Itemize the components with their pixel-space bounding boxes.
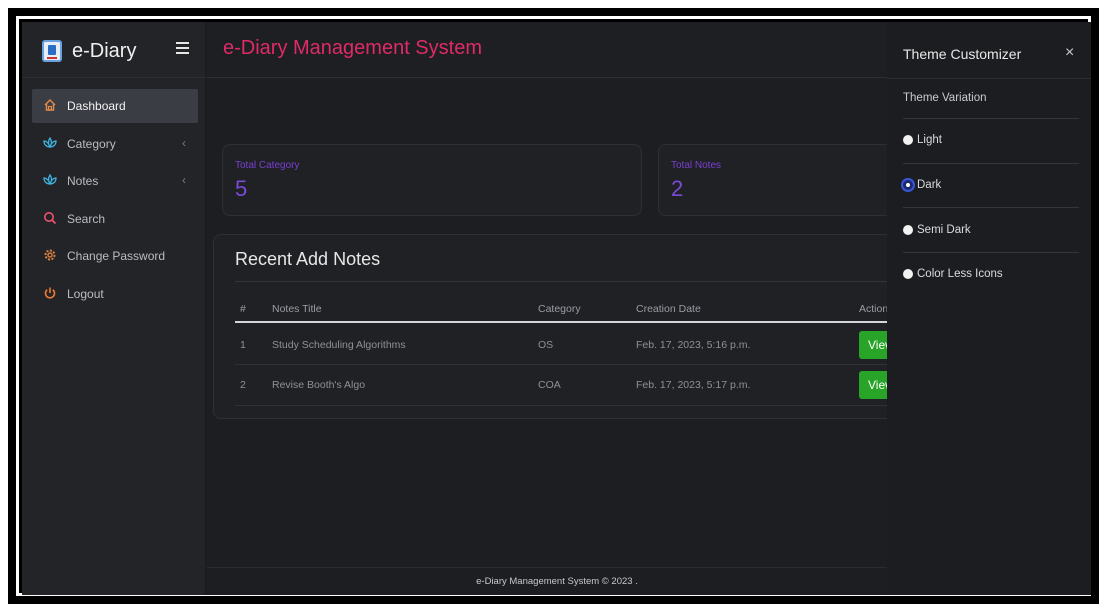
- close-icon[interactable]: ×: [1065, 44, 1074, 62]
- home-icon: [42, 98, 58, 114]
- stat-label: Total Category: [235, 160, 300, 171]
- note-date: Feb. 17, 2023, 5:17 p.m.: [636, 379, 751, 391]
- row-number: 1: [240, 339, 246, 351]
- brand-name: e-Diary: [72, 40, 137, 62]
- note-category: OS: [538, 339, 554, 351]
- sidebar-item-label: Category: [67, 136, 116, 151]
- radio-button[interactable]: [903, 180, 913, 190]
- brand: e-Diary: [22, 22, 206, 78]
- row-divider: [235, 364, 895, 365]
- sidebar-item-notes[interactable]: Notes ‹: [32, 164, 198, 198]
- top-header: e-Diary Management System: [207, 22, 907, 78]
- divider: [903, 118, 1079, 119]
- divider: [903, 163, 1079, 164]
- sidebar-item-label: Notes: [67, 174, 99, 188]
- divider: [903, 252, 1079, 253]
- option-label: Light: [917, 134, 942, 146]
- note-date: Feb. 17, 2023, 5:16 p.m.: [636, 339, 751, 351]
- stat-card-category: Total Category 5: [222, 144, 642, 216]
- sidebar-item-search[interactable]: Search: [32, 202, 198, 236]
- sidebar-item-label: Logout: [67, 286, 104, 301]
- column-header: Creation Date: [636, 303, 701, 315]
- note-category: COA: [538, 379, 561, 391]
- radio-button[interactable]: [903, 135, 913, 145]
- sidebar-item-dashboard[interactable]: Dashboard: [32, 89, 198, 123]
- option-label: Dark: [917, 179, 942, 191]
- footer: e-Diary Management System © 2023 .: [207, 567, 907, 595]
- search-icon: [42, 211, 58, 227]
- chevron-left-icon: ‹: [182, 135, 186, 150]
- stat-value: 2: [671, 176, 684, 201]
- sidebar-item-category[interactable]: Category ‹: [32, 127, 198, 161]
- card-title: Recent Add Notes: [235, 249, 381, 269]
- row-divider: [235, 405, 895, 406]
- option-label: Color Less Icons: [917, 268, 1003, 280]
- divider: [887, 78, 1091, 79]
- stat-label: Total Notes: [671, 160, 722, 171]
- radio-button[interactable]: [903, 269, 913, 279]
- stat-card-notes: Total Notes 2: [658, 144, 898, 216]
- stat-value: 5: [235, 176, 248, 201]
- divider: [235, 281, 895, 282]
- sidebar-item-change-password[interactable]: Change Password: [32, 239, 198, 273]
- column-header: Category: [538, 303, 581, 315]
- sidebar-item-label: Dashboard: [67, 99, 126, 113]
- footer-text: e-Diary Management System © 2023 .: [476, 576, 638, 587]
- radio-button[interactable]: [903, 225, 913, 235]
- theme-customizer-panel: Theme Customizer × Theme Variation Light…: [887, 22, 1091, 595]
- recent-notes-card: Recent Add Notes # Notes Title Category …: [213, 234, 913, 419]
- sidebar-item-logout[interactable]: Logout: [32, 277, 198, 311]
- column-header: Action: [859, 303, 889, 315]
- note-title: Study Scheduling Algorithms: [272, 339, 406, 351]
- divider: [903, 207, 1079, 208]
- section-heading: Theme Variation: [903, 92, 987, 104]
- sidebar-item-label: Search: [67, 211, 106, 226]
- column-header: #: [240, 303, 246, 315]
- power-icon: [42, 286, 58, 302]
- sidebar-item-label: Change Password: [67, 249, 166, 263]
- gear-icon: [42, 248, 58, 264]
- option-label: Semi Dark: [917, 224, 971, 236]
- sidebar: e-Diary Dashboard Category ‹ Notes ‹ Sea…: [22, 22, 206, 595]
- app-window: e-Diary Dashboard Category ‹ Notes ‹ Sea…: [22, 22, 1091, 595]
- lotus-icon: [42, 173, 58, 189]
- header-divider: [235, 321, 895, 323]
- lotus-icon: [42, 136, 58, 152]
- page-title: e-Diary Management System: [223, 37, 482, 59]
- note-title: Revise Booth's Algo: [272, 379, 366, 391]
- customizer-title: Theme Customizer: [903, 46, 1022, 62]
- row-number: 2: [240, 379, 246, 391]
- menu-toggle-icon[interactable]: [176, 42, 190, 56]
- sidebar-nav: Dashboard Category ‹ Notes ‹ Search Chan…: [32, 89, 198, 314]
- diary-logo-icon: [42, 40, 62, 62]
- column-header: Notes Title: [272, 303, 322, 315]
- chevron-left-icon: ‹: [182, 173, 186, 187]
